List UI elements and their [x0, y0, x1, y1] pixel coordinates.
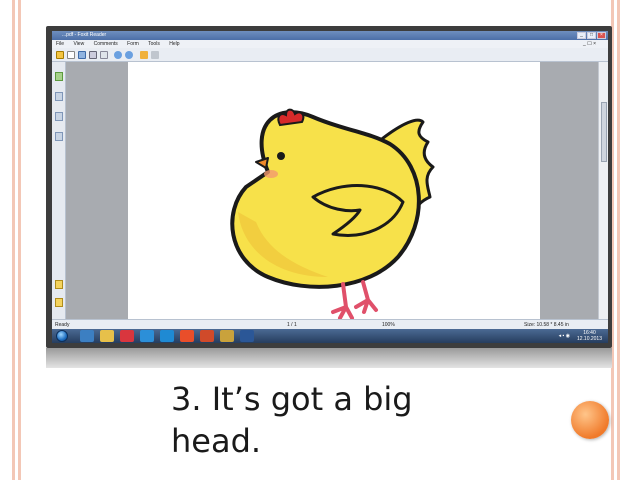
- powerpoint-icon[interactable]: [200, 330, 214, 342]
- window-title: ...pdf - Foxit Reader: [62, 32, 107, 38]
- save-icon[interactable]: [78, 51, 86, 59]
- maximize-button[interactable]: □: [587, 32, 596, 39]
- chick-leg-left: [331, 282, 354, 320]
- ie-icon[interactable]: [140, 330, 154, 342]
- menu-bar: File View Comments Form Tools Help _ ☐ ×: [52, 40, 608, 48]
- forward-arrow-icon[interactable]: [151, 51, 159, 59]
- next-page-icon[interactable]: [125, 51, 133, 59]
- bookmarks-icon[interactable]: [55, 72, 63, 81]
- email-icon[interactable]: [100, 51, 108, 59]
- new-document-icon[interactable]: [67, 51, 75, 59]
- toolbar: [52, 48, 608, 62]
- windows-taskbar: ◂ ▪ ◉ 16:40 12.10.2013: [52, 329, 608, 343]
- navigation-side-panel: [52, 62, 66, 319]
- menu-file[interactable]: File: [56, 41, 64, 47]
- attachments-icon[interactable]: [55, 132, 63, 141]
- orange-decorative-circle: [571, 401, 609, 439]
- menu-tools[interactable]: Tools: [148, 41, 160, 47]
- slide-edge-line-left-inner: [18, 0, 21, 480]
- layers-icon[interactable]: [55, 112, 63, 121]
- signatures-icon[interactable]: [55, 298, 63, 307]
- close-button[interactable]: ×: [597, 32, 606, 39]
- slide-edge-line-left-outer: [12, 0, 15, 480]
- scrollbar-thumb[interactable]: [601, 102, 607, 162]
- chick-cheek: [264, 170, 278, 178]
- chick-leg-right: [354, 280, 378, 314]
- clock-date: 12.10.2013: [576, 336, 602, 342]
- vertical-scrollbar[interactable]: [598, 62, 608, 319]
- previous-page-icon[interactable]: [114, 51, 122, 59]
- menu-form[interactable]: Form: [127, 41, 139, 47]
- document-window-controls[interactable]: _ ☐ ×: [583, 40, 596, 48]
- reader-taskbar-icon[interactable]: [220, 330, 234, 342]
- status-bar: Ready 1 / 1 100% Size: 10.58 * 8.45 in: [52, 319, 608, 329]
- open-folder-icon[interactable]: [56, 51, 64, 59]
- print-icon[interactable]: [89, 51, 97, 59]
- back-arrow-icon[interactable]: [140, 51, 148, 59]
- minimize-button[interactable]: _: [577, 32, 586, 39]
- media-player-icon[interactable]: [160, 330, 174, 342]
- menu-help[interactable]: Help: [169, 41, 179, 47]
- chick-beak: [255, 157, 269, 169]
- windows-start-icon[interactable]: [56, 330, 68, 342]
- menu-comments[interactable]: Comments: [94, 41, 118, 47]
- chick-illustration: [230, 108, 435, 320]
- word-icon[interactable]: [240, 330, 254, 342]
- yandex-icon[interactable]: [120, 330, 134, 342]
- comments-icon[interactable]: [55, 280, 63, 289]
- explorer-taskbar-icon[interactable]: [80, 330, 94, 342]
- taskbar-clock[interactable]: 16:40 12.10.2013: [577, 330, 602, 342]
- chick-eye: [277, 152, 285, 160]
- system-tray[interactable]: ◂ ▪ ◉: [559, 333, 570, 339]
- slide-caption: 3. It’s got a big head.: [171, 380, 413, 460]
- pdf-page: [128, 62, 540, 320]
- window-titlebar: ...pdf - Foxit Reader _ □ ×: [52, 31, 608, 40]
- slide-edge-line-right-outer: [617, 0, 620, 480]
- menu-view[interactable]: View: [73, 41, 84, 47]
- pdf-reader-window: ...pdf - Foxit Reader _ □ × File View Co…: [52, 31, 608, 343]
- document-area[interactable]: [66, 62, 598, 320]
- chrome-icon[interactable]: [180, 330, 194, 342]
- screenshot-frame-shadow: [46, 348, 612, 368]
- folder-icon[interactable]: [100, 330, 114, 342]
- pages-icon[interactable]: [55, 92, 63, 101]
